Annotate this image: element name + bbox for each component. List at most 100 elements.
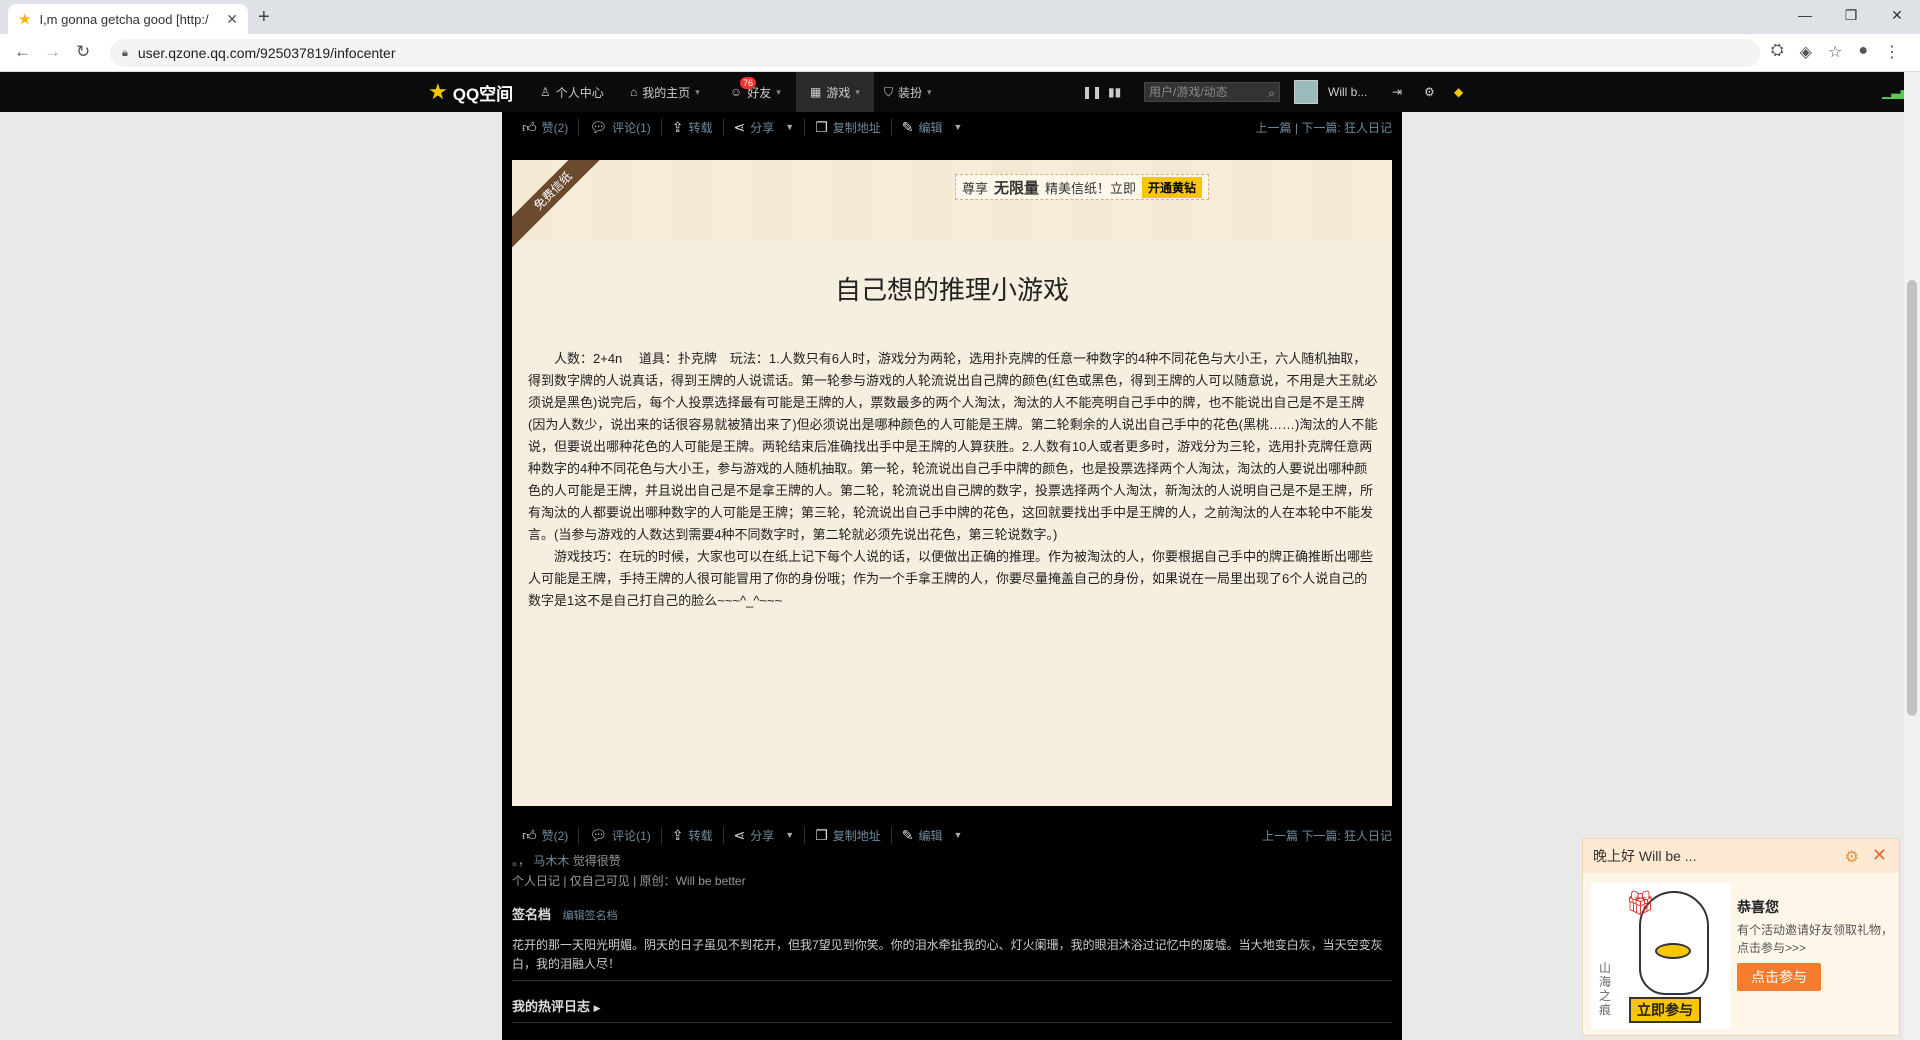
extension-icon[interactable]: ⛭	[1771, 42, 1784, 62]
caret-right-icon: ▶	[593, 1003, 601, 1013]
likers-line: 。， 马木木 觉得很赞	[512, 852, 621, 869]
yellow-diamond-button[interactable]: ◆	[1454, 72, 1463, 112]
divider	[512, 980, 1392, 981]
likers-prefix: 。，	[512, 854, 531, 868]
article-nav-links[interactable]: 上一篇 | 下一篇: 狂人日记	[1256, 119, 1392, 136]
article-action-bar-bottom: 👍︎ 赞(2) 💬︎ 评论(1) ⇪ 转载 ⋖ 分享 ▼ ❐ 复制地址 ✎ 编辑 ▼ 上一篇 下…	[512, 822, 1392, 848]
gear-icon[interactable]: ⚙	[1845, 847, 1859, 867]
popup-greeting: 晚上好 Will be ...	[1593, 848, 1697, 864]
search-icon[interactable]: ⌕	[1268, 84, 1275, 102]
chevron-down-icon: ▾	[776, 86, 781, 97]
nav-my-home-label: 我的主页	[642, 85, 691, 100]
avatar[interactable]	[1294, 80, 1318, 104]
chart-button[interactable]: ▮▮	[1108, 72, 1121, 112]
edit-signature-link[interactable]: 编辑签名档	[563, 910, 618, 922]
nav-personal-center[interactable]: ♙ 个人中心	[540, 72, 604, 112]
share-label: 分享	[750, 828, 775, 843]
username[interactable]: Will b...	[1328, 72, 1367, 112]
liker-link[interactable]: 马木木	[533, 854, 569, 868]
share-button[interactable]: ⋖ 分享 ▼	[724, 118, 806, 136]
close-window-button[interactable]: ✕	[1874, 0, 1920, 30]
qzone-logo[interactable]: ★ QQ空间	[428, 72, 513, 112]
nav-decorate-label: 装扮	[898, 85, 923, 100]
like-button[interactable]: 👍︎ 赞(2)	[512, 826, 580, 844]
hot-blogs-heading[interactable]: 我的热评日志 ▶	[512, 996, 601, 1015]
article-info: 个人日记 | 仅自己可见 | 原创：Will be better	[512, 874, 746, 888]
edit-button[interactable]: ✎ 编辑 ▼	[892, 119, 973, 136]
window-controls: — ❐ ✕	[1782, 0, 1920, 30]
share-button[interactable]: ⋖ 分享 ▼	[724, 826, 806, 844]
nav-my-home[interactable]: ⌂ 我的主页 ▾	[630, 72, 700, 112]
bars-icon: ▮▮	[1108, 85, 1122, 99]
forward-icon[interactable]: →	[44, 42, 61, 62]
activity-popup: 晚上好 Will be ... ⚙ ✕ 🎁︎ 山海之痕 立即参与 恭喜您 有个活…	[1582, 838, 1900, 1036]
vip-promo-banner[interactable]: 尊享 无限量 精美信纸！立即 开通黄钻	[955, 174, 1210, 200]
qzone-search-input[interactable]: 用户/游戏/动态 ⌕	[1144, 82, 1280, 102]
join-now-badge[interactable]: 立即参与	[1629, 997, 1701, 1023]
open-vip-button[interactable]: 开通黄钻	[1142, 176, 1203, 198]
chevron-down-icon: ▼	[785, 122, 795, 132]
browser-tab[interactable]: ★ I,m gonna getcha good [http:/ ✕	[8, 4, 248, 34]
copy-url-button[interactable]: ❐ 复制地址	[805, 826, 892, 844]
profile-icon[interactable]: ●	[1858, 42, 1868, 62]
close-tab-icon[interactable]: ✕	[226, 11, 238, 28]
lock-icon: 🔒︎	[122, 46, 128, 59]
maximize-button[interactable]: ❐	[1828, 0, 1874, 30]
thumbs-up-icon: 👍︎	[522, 826, 537, 843]
shield-icon[interactable]: ◈	[1800, 42, 1812, 62]
browser-tools: ⛭ ◈ ☆ ● ⋮	[1771, 42, 1900, 62]
comment-button[interactable]: 💬︎ 评论(1)	[579, 118, 662, 136]
friends-badge: 76	[740, 77, 757, 89]
scrollbar-thumb[interactable]	[1907, 280, 1917, 716]
participate-button[interactable]: 点击参与	[1737, 963, 1821, 991]
repost-label: 转载	[688, 120, 713, 135]
url-text: user.qzone.qq.com/925037819/infocenter	[137, 45, 396, 61]
bookmark-star-icon[interactable]: ☆	[1828, 42, 1842, 62]
repost-button[interactable]: ⇪ 转载	[662, 118, 724, 136]
pause-icon: ❚❚	[1082, 85, 1103, 99]
hot-blogs-label: 我的热评日志	[512, 999, 591, 1014]
chevron-down-icon: ▼	[785, 830, 795, 840]
minimize-button[interactable]: —	[1782, 0, 1828, 30]
nav-games[interactable]: ▦ 游戏 ▾	[796, 72, 874, 112]
like-button[interactable]: 👍︎ 赞(2)	[512, 118, 580, 136]
nav-friends[interactable]: ☺ 76 好友 ▾	[730, 72, 781, 112]
repost-icon: ⇪	[671, 118, 684, 135]
chevron-down-icon: ▼	[953, 830, 963, 840]
repost-button[interactable]: ⇪ 转载	[662, 826, 724, 844]
back-icon[interactable]: ←	[14, 42, 31, 62]
browser-tab-bar: ★ I,m gonna getcha good [http:/ ✕ + — ❐ …	[0, 0, 1920, 34]
reload-icon[interactable]: ↻	[76, 42, 90, 62]
edit-button[interactable]: ✎ 编辑 ▼	[892, 827, 973, 844]
edit-label: 编辑	[918, 828, 943, 843]
popup-title: 恭喜您	[1737, 899, 1779, 915]
copy-url-label: 复制地址	[832, 828, 881, 843]
article-nav-links[interactable]: 上一篇 下一篇: 狂人日记	[1262, 827, 1392, 844]
diamond-icon: ◆	[1454, 85, 1464, 99]
copy-url-label: 复制地址	[832, 120, 881, 135]
popup-description: 有个活动邀请好友领取礼物，点击参与>>>	[1737, 923, 1894, 955]
settings-button[interactable]: ⚙	[1424, 72, 1435, 112]
article-paragraph: 人数：2+4n 道具：扑克牌 玩法：1.人数只有6人时，游戏分为两轮，选用扑克牌…	[528, 351, 1378, 542]
signature-text: 花开的那一天阳光明媚。阴天的日子虽见不到花开，但我7望见到你笑。你的泪水牵扯我的…	[512, 938, 1383, 971]
nav-personal-center-label: 个人中心	[555, 85, 604, 100]
new-tab-button[interactable]: +	[258, 6, 270, 29]
pause-button[interactable]: ❚❚	[1082, 72, 1102, 112]
qzone-logo-text: QQ空间	[452, 84, 514, 104]
qzone-nav-bar: ★ QQ空间 ♙ 个人中心 ⌂ 我的主页 ▾ ☺ 76 好友 ▾ ▦ 游戏 ▾ …	[0, 72, 1910, 112]
logout-button[interactable]: ⇥	[1392, 72, 1402, 112]
page-scrollbar[interactable]	[1904, 72, 1920, 1040]
menu-icon[interactable]: ⋮	[1884, 42, 1900, 62]
paper-decoration	[512, 160, 1392, 240]
copy-url-button[interactable]: ❐ 复制地址	[805, 118, 892, 136]
share-icon: ⋖	[733, 826, 746, 843]
nav-decorate[interactable]: ⛉ 装扮 ▾	[884, 72, 932, 112]
comment-button[interactable]: 💬︎ 评论(1)	[579, 826, 662, 844]
popup-illustration[interactable]: 🎁︎ 山海之痕 立即参与	[1591, 883, 1731, 1029]
url-input[interactable]: 🔒︎ user.qzone.qq.com/925037819/infocente…	[110, 39, 1760, 67]
chevron-down-icon: ▾	[927, 86, 932, 97]
star-favicon-icon: ★	[18, 11, 32, 28]
article-paragraph: 游戏技巧：在玩的时候，大家也可以在纸上记下每个人说的话，以便做出正确的推理。作为…	[528, 549, 1374, 608]
promo-text-pre: 尊享	[962, 180, 989, 196]
close-icon[interactable]: ✕	[1872, 845, 1887, 866]
